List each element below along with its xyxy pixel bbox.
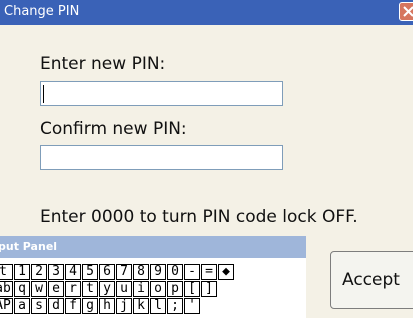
keyboard-key[interactable]: h: [99, 298, 115, 314]
keyboard-key[interactable]: l: [150, 298, 166, 314]
keyboard-key[interactable]: k: [133, 298, 149, 314]
keyboard-key[interactable]: ab: [0, 281, 13, 297]
confirm-pin-input[interactable]: [40, 145, 283, 170]
keyboard-key[interactable]: ;: [167, 298, 183, 314]
keyboard-key[interactable]: e: [48, 281, 64, 297]
keyboard-key[interactable]: r: [65, 281, 81, 297]
keyboard-key[interactable]: 3: [48, 264, 64, 280]
window-title: Change PIN: [4, 4, 80, 19]
accept-button[interactable]: Accept: [330, 251, 413, 309]
keyboard-key[interactable]: u: [116, 281, 132, 297]
keyboard-key[interactable]: 5: [82, 264, 98, 280]
keyboard-key[interactable]: AP: [0, 298, 13, 314]
keyboard-key[interactable]: -: [184, 264, 200, 280]
soft-keyboard: t1234567890-=◆ abqwertyuiop[] APasdfghjk…: [0, 258, 306, 318]
keyboard-row-numbers: t1234567890-=◆: [0, 264, 235, 281]
keyboard-key[interactable]: q: [14, 281, 30, 297]
keyboard-key[interactable]: g: [82, 298, 98, 314]
keyboard-key[interactable]: 0: [167, 264, 183, 280]
keyboard-key[interactable]: o: [150, 281, 166, 297]
new-pin-input[interactable]: [40, 81, 283, 106]
close-icon: [403, 6, 413, 17]
keyboard-key[interactable]: j: [116, 298, 132, 314]
keyboard-key[interactable]: t: [82, 281, 98, 297]
text-caret: [43, 85, 44, 103]
input-panel-title: put Panel: [0, 240, 58, 253]
keyboard-key[interactable]: d: [48, 298, 64, 314]
keyboard-key[interactable]: ◆: [218, 264, 234, 280]
close-button[interactable]: [399, 2, 413, 21]
keyboard-key[interactable]: ': [184, 298, 200, 314]
input-panel-titlebar[interactable]: put Panel: [0, 236, 306, 258]
keyboard-key[interactable]: t: [0, 264, 13, 280]
keyboard-key[interactable]: 2: [31, 264, 47, 280]
keyboard-key[interactable]: w: [31, 281, 47, 297]
keyboard-key[interactable]: a: [14, 298, 30, 314]
keyboard-key[interactable]: y: [99, 281, 115, 297]
keyboard-key[interactable]: 4: [65, 264, 81, 280]
pin-lock-hint: Enter 0000 to turn PIN code lock OFF.: [40, 207, 358, 227]
keyboard-key[interactable]: 9: [150, 264, 166, 280]
new-pin-label: Enter new PIN:: [40, 54, 166, 74]
keyboard-key[interactable]: [: [184, 281, 200, 297]
title-bar: Change PIN: [0, 0, 413, 25]
keyboard-key[interactable]: =: [201, 264, 217, 280]
keyboard-key[interactable]: p: [167, 281, 183, 297]
keyboard-key[interactable]: i: [133, 281, 149, 297]
keyboard-key[interactable]: 8: [133, 264, 149, 280]
keyboard-key[interactable]: f: [65, 298, 81, 314]
keyboard-row-qwerty: abqwertyuiop[]: [0, 281, 218, 298]
keyboard-key[interactable]: 7: [116, 264, 132, 280]
keyboard-row-home: APasdfghjkl;': [0, 298, 201, 315]
keyboard-key[interactable]: s: [31, 298, 47, 314]
keyboard-key[interactable]: 6: [99, 264, 115, 280]
keyboard-key[interactable]: ]: [201, 281, 217, 297]
keyboard-key[interactable]: 1: [14, 264, 30, 280]
confirm-pin-label: Confirm new PIN:: [40, 119, 187, 139]
